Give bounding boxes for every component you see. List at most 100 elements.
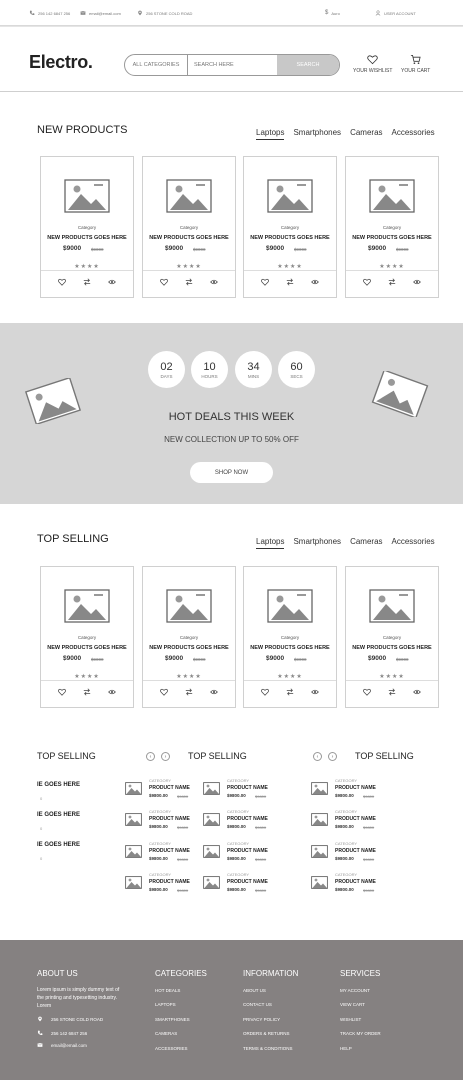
product-name[interactable]: NEW PRODUCTS GOES HERE (244, 235, 336, 241)
product-name[interactable]: NEW PRODUCTS GOES HERE (41, 645, 133, 651)
list-item[interactable]: CATEGORY PRODUCT NAME $9800.00 $9800 (203, 778, 273, 805)
footer-link-orders-returns[interactable]: ORDERS & RETURNS (243, 1031, 290, 1036)
footer-link-wishlist[interactable]: WISHLIST (340, 1017, 361, 1022)
currency-selector[interactable]: $ Auro (325, 10, 340, 16)
footer-link-laptops[interactable]: LAPTOPS (155, 1002, 176, 1007)
product-card[interactable]: Category NEW PRODUCTS GOES HERE $9000 $9000… (142, 566, 236, 708)
footer-link-about-us[interactable]: ABOUT US (243, 988, 266, 993)
footer-address[interactable]: 256 STONE COLD ROAD (37, 1016, 103, 1022)
list-item-name[interactable]: PRODUCT NAME (149, 816, 190, 822)
list-item[interactable]: CATEGORY PRODUCT NAME $9800.00 $9800 (203, 809, 273, 836)
list-item[interactable]: CATEGORY PRODUCT NAME $9800.00 $9800 (125, 841, 195, 868)
list-item[interactable]: CATEGORY PRODUCT NAME $9800.00 $9800 (203, 872, 273, 899)
compare-icon[interactable] (83, 278, 91, 286)
compare-icon[interactable] (388, 688, 396, 696)
tab-cameras[interactable]: Cameras (350, 537, 382, 549)
quick-view-eye-icon[interactable] (311, 688, 320, 696)
footer-link-help[interactable]: HELP (340, 1046, 352, 1051)
list-item-name[interactable]: PRODUCT NAME (335, 785, 376, 791)
footer-link-hot-deals[interactable]: HOT DEALS (155, 988, 180, 993)
topbar-phone[interactable]: 256 142 6847 256 (29, 10, 70, 16)
cart-button[interactable]: YOUR CART (401, 54, 430, 74)
list-item-name[interactable]: PRODUCT NAME (227, 785, 268, 791)
user-account-link[interactable]: USER ACCOUNT (375, 10, 416, 16)
compare-icon[interactable] (286, 278, 294, 286)
quick-view-eye-icon[interactable] (413, 278, 422, 286)
list-item[interactable]: CATEGORY PRODUCT NAME $9800.00 $9800 (125, 872, 195, 899)
footer-link-contact-us[interactable]: CONTACT US (243, 1002, 272, 1007)
product-card[interactable]: Category NEW PRODUCTS GOES HERE $9000 $9000… (345, 566, 439, 708)
wishlist-heart-icon[interactable] (362, 278, 371, 286)
footer-link-smartphones[interactable]: SMARTPHONES (155, 1017, 190, 1022)
footer-link-cameras[interactable]: CAMERAS (155, 1031, 177, 1036)
quick-view-eye-icon[interactable] (108, 688, 117, 696)
wishlist-heart-icon[interactable] (57, 278, 66, 286)
partial-item-name[interactable]: IE GOES HERE (37, 782, 80, 788)
list-item[interactable]: CATEGORY PRODUCT NAME $9800.00 $9800 (311, 778, 381, 805)
footer-phone[interactable]: 256 142 6847 256 (37, 1030, 87, 1036)
compare-icon[interactable] (185, 278, 193, 286)
list-item[interactable]: CATEGORY PRODUCT NAME $9800.00 $9800 (311, 872, 381, 899)
list-item[interactable]: CATEGORY PRODUCT NAME $9800.00 $9800 (125, 809, 195, 836)
list-item[interactable]: CATEGORY PRODUCT NAME $9800.00 $9800 (125, 778, 195, 805)
product-name[interactable]: NEW PRODUCTS GOES HERE (346, 645, 438, 651)
quick-view-eye-icon[interactable] (413, 688, 422, 696)
list-item-name[interactable]: PRODUCT NAME (227, 816, 268, 822)
tab-cameras[interactable]: Cameras (350, 128, 382, 140)
partial-item-name[interactable]: IE GOES HERE (37, 842, 80, 848)
wishlist-button[interactable]: YOUR WISHLIST (353, 54, 392, 74)
product-card[interactable]: Category NEW PRODUCTS GOES HERE $9000 $9000… (243, 156, 337, 298)
list-item-name[interactable]: PRODUCT NAME (335, 816, 376, 822)
tab-accessories[interactable]: Accessories (392, 537, 435, 549)
compare-icon[interactable] (83, 688, 91, 696)
wishlist-heart-icon[interactable] (159, 688, 168, 696)
topbar-address[interactable]: 256 STONE COLD ROAD (137, 10, 192, 16)
product-name[interactable]: NEW PRODUCTS GOES HERE (143, 235, 235, 241)
list-item-name[interactable]: PRODUCT NAME (335, 848, 376, 854)
compare-icon[interactable] (388, 278, 396, 286)
wishlist-heart-icon[interactable] (260, 688, 269, 696)
shop-now-button[interactable]: SHOP NOW (190, 462, 273, 483)
compare-icon[interactable] (185, 688, 193, 696)
tab-laptops[interactable]: Laptops (256, 537, 285, 549)
list-prev-arrow[interactable]: ‹ (146, 752, 155, 761)
product-card[interactable]: Category NEW PRODUCTS GOES HERE $9000 $9000… (142, 156, 236, 298)
footer-link-my-account[interactable]: MY ACCOUNT (340, 988, 370, 993)
list-item[interactable]: CATEGORY PRODUCT NAME $9800.00 $9800 (203, 841, 273, 868)
quick-view-eye-icon[interactable] (210, 688, 219, 696)
footer-link-accessories[interactable]: ACCESSORIES (155, 1046, 188, 1051)
list-item-name[interactable]: PRODUCT NAME (149, 879, 190, 885)
list-item-name[interactable]: PRODUCT NAME (335, 879, 376, 885)
product-card[interactable]: Category NEW PRODUCTS GOES HERE $9000 $9000… (345, 156, 439, 298)
product-name[interactable]: NEW PRODUCTS GOES HERE (346, 235, 438, 241)
list-item-name[interactable]: PRODUCT NAME (227, 848, 268, 854)
product-card[interactable]: Category NEW PRODUCTS GOES HERE $9000 $9000… (243, 566, 337, 708)
footer-link-view-cart[interactable]: VIEW CART (340, 1002, 365, 1007)
quick-view-eye-icon[interactable] (108, 278, 117, 286)
footer-email[interactable]: email@email.com (37, 1042, 87, 1048)
product-name[interactable]: NEW PRODUCTS GOES HERE (143, 645, 235, 651)
wishlist-heart-icon[interactable] (260, 278, 269, 286)
tab-smartphones[interactable]: Smartphones (293, 128, 341, 140)
product-name[interactable]: NEW PRODUCTS GOES HERE (41, 235, 133, 241)
wishlist-heart-icon[interactable] (57, 688, 66, 696)
category-select[interactable]: ALL CATEGORIES (125, 55, 188, 75)
footer-link-track-order[interactable]: TRACK MY ORDER (340, 1031, 381, 1036)
list-next-arrow[interactable]: › (328, 752, 337, 761)
list-item-name[interactable]: PRODUCT NAME (149, 848, 190, 854)
list-item-name[interactable]: PRODUCT NAME (227, 879, 268, 885)
wishlist-heart-icon[interactable] (159, 278, 168, 286)
footer-link-terms[interactable]: TERMS & CONDITIONS (243, 1046, 293, 1051)
footer-link-privacy-policy[interactable]: PRIVACY POLICY (243, 1017, 280, 1022)
compare-icon[interactable] (286, 688, 294, 696)
topbar-email[interactable]: email@email.com (80, 10, 121, 16)
list-item[interactable]: CATEGORY PRODUCT NAME $9800.00 $9800 (311, 841, 381, 868)
list-next-arrow[interactable]: › (161, 752, 170, 761)
search-input[interactable] (188, 55, 277, 75)
tab-accessories[interactable]: Accessories (392, 128, 435, 140)
quick-view-eye-icon[interactable] (311, 278, 320, 286)
list-item-name[interactable]: PRODUCT NAME (149, 785, 190, 791)
search-button[interactable]: SEARCH (277, 55, 339, 75)
logo[interactable]: Electro. (29, 52, 93, 73)
list-item[interactable]: CATEGORY PRODUCT NAME $9800.00 $9800 (311, 809, 381, 836)
